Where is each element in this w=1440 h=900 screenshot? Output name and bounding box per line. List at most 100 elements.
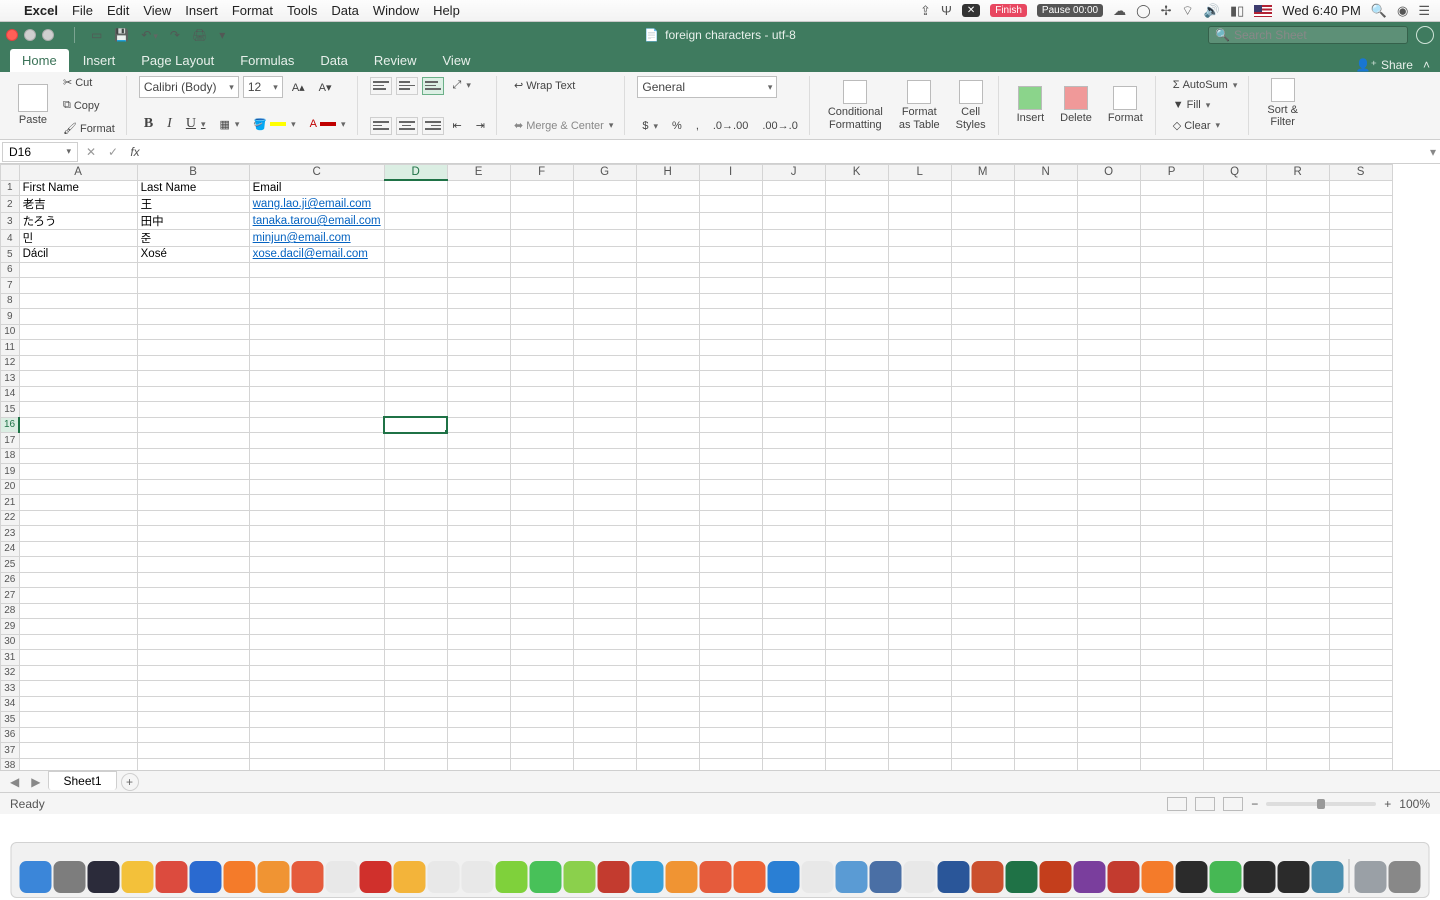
- dock-app-34[interactable]: [1176, 861, 1208, 893]
- cell-F30[interactable]: [510, 634, 573, 650]
- cell-D4[interactable]: [384, 230, 447, 247]
- email-link[interactable]: wang.lao.ji@email.com: [253, 198, 371, 210]
- cell-D23[interactable]: [384, 526, 447, 542]
- cell-C33[interactable]: [249, 681, 384, 697]
- cell-B8[interactable]: [137, 293, 249, 309]
- cell-E30[interactable]: [447, 634, 510, 650]
- cell-A4[interactable]: 민: [19, 230, 137, 247]
- cell-J13[interactable]: [762, 371, 825, 387]
- bold-button[interactable]: B: [139, 113, 158, 135]
- cell-R10[interactable]: [1266, 324, 1329, 340]
- cell-O3[interactable]: [1077, 213, 1140, 230]
- qat-save-icon[interactable]: 💾: [114, 28, 129, 42]
- cell-R1[interactable]: [1266, 180, 1329, 196]
- cell-H21[interactable]: [636, 495, 699, 511]
- cell-Q11[interactable]: [1203, 340, 1266, 356]
- cell-O9[interactable]: [1077, 309, 1140, 325]
- row-header-15[interactable]: 15: [1, 402, 20, 418]
- cell-C27[interactable]: [249, 588, 384, 604]
- cell-F5[interactable]: [510, 247, 573, 263]
- cell-H17[interactable]: [636, 433, 699, 449]
- cell-G35[interactable]: [573, 712, 636, 728]
- cell-P8[interactable]: [1140, 293, 1203, 309]
- cell-C4[interactable]: minjun@email.com: [249, 230, 384, 247]
- cell-H15[interactable]: [636, 402, 699, 418]
- cell-I12[interactable]: [699, 355, 762, 371]
- cell-N5[interactable]: [1014, 247, 1077, 263]
- dock-app-27[interactable]: [938, 861, 970, 893]
- cell-B5[interactable]: Xosé: [137, 247, 249, 263]
- cell-O20[interactable]: [1077, 479, 1140, 495]
- cell-B21[interactable]: [137, 495, 249, 511]
- cell-S10[interactable]: [1329, 324, 1392, 340]
- cell-S21[interactable]: [1329, 495, 1392, 511]
- cell-J28[interactable]: [762, 603, 825, 619]
- cell-A9[interactable]: [19, 309, 137, 325]
- cell-B24[interactable]: [137, 541, 249, 557]
- cell-J5[interactable]: [762, 247, 825, 263]
- fill-color-button[interactable]: 🪣: [248, 115, 300, 134]
- cell-L35[interactable]: [888, 712, 951, 728]
- fill-button[interactable]: ▼Fill: [1168, 96, 1243, 114]
- cell-P10[interactable]: [1140, 324, 1203, 340]
- cell-L26[interactable]: [888, 572, 951, 588]
- cell-Q14[interactable]: [1203, 386, 1266, 402]
- cell-H29[interactable]: [636, 619, 699, 635]
- dock-app-16[interactable]: [564, 861, 596, 893]
- dock-app-22[interactable]: [768, 861, 800, 893]
- cell-E10[interactable]: [447, 324, 510, 340]
- sheet-nav-prev-button[interactable]: ◀: [6, 775, 23, 789]
- cell-C3[interactable]: tanaka.tarou@email.com: [249, 213, 384, 230]
- cell-I24[interactable]: [699, 541, 762, 557]
- cell-F3[interactable]: [510, 213, 573, 230]
- cell-G7[interactable]: [573, 278, 636, 294]
- cell-F23[interactable]: [510, 526, 573, 542]
- merge-center-button[interactable]: ⬌Merge & Center: [509, 116, 618, 135]
- share-button[interactable]: 👤⁺ Share: [1356, 58, 1413, 72]
- copy-button[interactable]: ⧉Copy: [58, 96, 120, 115]
- cell-N34[interactable]: [1014, 696, 1077, 712]
- cell-D37[interactable]: [384, 743, 447, 759]
- cell-R31[interactable]: [1266, 650, 1329, 666]
- dock-app-21[interactable]: [734, 861, 766, 893]
- view-page-layout-button[interactable]: [1195, 797, 1215, 811]
- cell-O6[interactable]: [1077, 262, 1140, 278]
- cell-R29[interactable]: [1266, 619, 1329, 635]
- cell-S28[interactable]: [1329, 603, 1392, 619]
- cell-I1[interactable]: [699, 180, 762, 196]
- cell-M16[interactable]: [951, 417, 1014, 433]
- cell-J19[interactable]: [762, 464, 825, 480]
- cell-R5[interactable]: [1266, 247, 1329, 263]
- cell-C21[interactable]: [249, 495, 384, 511]
- cell-I37[interactable]: [699, 743, 762, 759]
- font-name-combo[interactable]: Calibri (Body)▾: [139, 76, 239, 98]
- zoom-out-button[interactable]: −: [1251, 797, 1258, 811]
- cell-K9[interactable]: [825, 309, 888, 325]
- cell-H23[interactable]: [636, 526, 699, 542]
- cell-S20[interactable]: [1329, 479, 1392, 495]
- dock-app-17[interactable]: [598, 861, 630, 893]
- row-header-26[interactable]: 26: [1, 572, 20, 588]
- cell-K15[interactable]: [825, 402, 888, 418]
- cell-R38[interactable]: [1266, 758, 1329, 770]
- cell-F19[interactable]: [510, 464, 573, 480]
- cell-L28[interactable]: [888, 603, 951, 619]
- input-source-flag-icon[interactable]: [1254, 5, 1272, 17]
- cell-G11[interactable]: [573, 340, 636, 356]
- cell-R15[interactable]: [1266, 402, 1329, 418]
- cell-H26[interactable]: [636, 572, 699, 588]
- spreadsheet-grid[interactable]: ABCDEFGHIJKLMNOPQRS1First NameLast NameE…: [0, 164, 1440, 770]
- cell-B10[interactable]: [137, 324, 249, 340]
- cell-K16[interactable]: [825, 417, 888, 433]
- cell-K32[interactable]: [825, 665, 888, 681]
- cell-D7[interactable]: [384, 278, 447, 294]
- cell-E23[interactable]: [447, 526, 510, 542]
- cell-G38[interactable]: [573, 758, 636, 770]
- cell-E7[interactable]: [447, 278, 510, 294]
- row-header-21[interactable]: 21: [1, 495, 20, 511]
- cell-S15[interactable]: [1329, 402, 1392, 418]
- cell-D6[interactable]: [384, 262, 447, 278]
- cell-R13[interactable]: [1266, 371, 1329, 387]
- cell-R16[interactable]: [1266, 417, 1329, 433]
- cell-P3[interactable]: [1140, 213, 1203, 230]
